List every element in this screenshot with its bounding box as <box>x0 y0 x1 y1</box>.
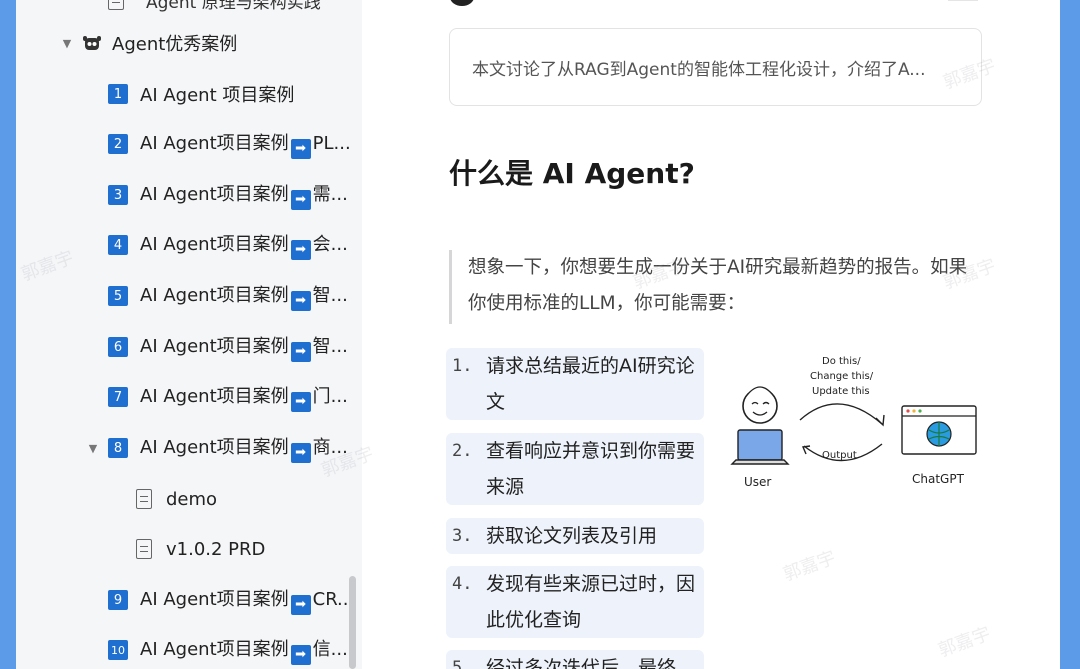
arrow-right-icon: ➡ <box>290 290 311 311</box>
list-number: 3. <box>452 526 473 546</box>
sidebar-item-label: v1.0.2 PRD <box>166 538 266 560</box>
arrow-right-icon: ➡ <box>290 189 311 210</box>
robot-icon <box>82 33 102 53</box>
window-frame-right <box>1060 0 1080 669</box>
diagram-label: Update this <box>812 386 870 397</box>
list-number: 2. <box>452 441 473 461</box>
sidebar-group-label: Agent优秀案例 <box>112 34 238 55</box>
number-badge: 10 <box>108 640 128 660</box>
sidebar-subdoc-demo[interactable]: demo <box>16 474 362 524</box>
number-badge: 5 <box>108 286 128 306</box>
sidebar-item-7[interactable]: 7 AI Agent项目案例 ➡ 门... <box>16 372 362 422</box>
sidebar-item-label: demo <box>166 488 218 510</box>
document-icon <box>136 489 152 509</box>
list-text: 请求总结最近的AI研究论文 <box>486 355 695 413</box>
user-label: User <box>744 475 771 489</box>
sidebar-item-label: AI Agent项目案例 <box>140 386 289 408</box>
list-item: 1. 请求总结最近的AI研究论文 <box>446 348 704 420</box>
arrow-right-icon: ➡ <box>290 442 311 463</box>
sidebar-item-suffix: 信... <box>312 639 348 661</box>
sidebar-item-label: AI Agent项目案例 <box>140 133 289 155</box>
number-badge: 8 <box>108 438 128 458</box>
sidebar-item-suffix: PL... <box>312 133 351 155</box>
list-item: 4. 发现有些来源已过时，因此优化查询 <box>446 566 704 638</box>
caret-down-icon[interactable]: ▼ <box>86 442 100 455</box>
sidebar-group-agent-cases[interactable]: ▼ Agent优秀案例 <box>16 18 362 68</box>
sidebar-item-4[interactable]: 4 AI Agent项目案例 ➡ 会... <box>16 220 362 270</box>
list-item: 2. 查看响应并意识到你需要来源 <box>446 433 704 505</box>
caret-down-icon[interactable]: ▼ <box>60 37 74 50</box>
sidebar-subdoc-prd[interactable]: v1.0.2 PRD <box>16 524 362 574</box>
diagram-label: Do this/ <box>822 356 861 367</box>
sidebar-item-suffix: 门... <box>312 386 348 408</box>
sidebar-item-label: AI Agent项目案例 <box>140 285 289 307</box>
sidebar-item-suffix: CR... <box>312 589 355 611</box>
article-content: 本文讨论了从RAG到Agent的智能体工程化设计，介绍了A... 什么是 AI … <box>362 0 1060 669</box>
list-text: 发现有些来源已过时，因此优化查询 <box>486 573 696 631</box>
number-badge: 1 <box>108 84 128 104</box>
sidebar-item-6[interactable]: 6 AI Agent项目案例 ➡ 智... <box>16 322 362 372</box>
user-chatgpt-diagram: User Do this/ Change this/ Update this O… <box>730 356 977 489</box>
diagram-label: Output <box>822 450 857 461</box>
number-badge: 6 <box>108 337 128 357</box>
sidebar-item-label: AI Agent项目案例 <box>140 184 289 206</box>
number-badge: 9 <box>108 590 128 610</box>
sidebar-item-1[interactable]: 1 AI Agent 项目案例 <box>16 69 362 119</box>
sidebar-item-suffix: 会... <box>312 234 348 256</box>
window-frame-left <box>0 0 16 669</box>
list-number: 4. <box>452 574 473 594</box>
sidebar-item-9[interactable]: 9 AI Agent项目案例 ➡ CR... <box>16 575 362 625</box>
ai-summary-box[interactable]: 本文讨论了从RAG到Agent的智能体工程化设计，介绍了A... <box>449 28 982 106</box>
blockquote: 想象一下，你想要生成一份关于AI研究最新趋势的报告。如果你使用标准的LLM，你可… <box>449 250 969 324</box>
sidebar-item-8[interactable]: ▼ 8 AI Agent项目案例 ➡ 商... <box>16 423 362 473</box>
sidebar-item-label: Agent 原理与架构实践 <box>146 0 321 13</box>
sidebar-item-suffix: 商... <box>312 437 348 459</box>
divider <box>948 0 978 1</box>
sidebar-item-3[interactable]: 3 AI Agent项目案例 ➡ 需... <box>16 170 362 220</box>
sidebar-item-suffix: 智... <box>312 336 348 358</box>
sidebar-item-label: AI Agent项目案例 <box>140 234 289 256</box>
sidebar-scrollbar[interactable] <box>349 576 356 669</box>
number-badge: 2 <box>108 134 128 154</box>
summary-text: 本文讨论了从RAG到Agent的智能体工程化设计，介绍了A... <box>472 59 926 80</box>
arrow-right-icon: ➡ <box>290 391 311 412</box>
chatgpt-label: ChatGPT <box>912 472 965 486</box>
sidebar-item-label: AI Agent 项目案例 <box>140 85 295 106</box>
author-avatar[interactable] <box>450 0 474 6</box>
list-text: 经过多次迭代后，最终 <box>486 657 677 669</box>
sidebar-item-suffix: 智... <box>312 285 348 307</box>
sidebar-item-label: AI Agent项目案例 <box>140 639 289 661</box>
watermark: 郭嘉宇 <box>780 547 839 586</box>
arrow-right-icon: ➡ <box>290 138 311 159</box>
document-icon <box>136 539 152 559</box>
list-text: 查看响应并意识到你需要来源 <box>486 440 696 498</box>
diagram-label: Change this/ <box>810 371 874 382</box>
arrow-right-icon: ➡ <box>290 644 311 665</box>
sidebar-item-label: AI Agent项目案例 <box>140 589 289 611</box>
sidebar-item-suffix: 需... <box>312 184 348 206</box>
watermark: 郭嘉宇 <box>935 623 994 662</box>
number-badge: 4 <box>108 235 128 255</box>
sidebar-item-partial[interactable]: Agent 原理与架构实践 <box>108 0 348 14</box>
number-badge: 3 <box>108 185 128 205</box>
sidebar-tree: Agent 原理与架构实践 ▼ Agent优秀案例 1 AI Agent 项目案… <box>16 0 362 669</box>
arrow-right-icon: ➡ <box>290 239 311 260</box>
arrow-right-icon: ➡ <box>290 341 311 362</box>
section-heading: 什么是 AI Agent? <box>449 157 695 190</box>
list-text: 获取论文列表及引用 <box>486 525 658 547</box>
sidebar-item-label: AI Agent项目案例 <box>140 336 289 358</box>
arrow-right-icon: ➡ <box>290 594 311 615</box>
sidebar-item-2[interactable]: 2 AI Agent项目案例 ➡ PL... <box>16 119 362 169</box>
sidebar-item-label: AI Agent项目案例 <box>140 437 289 459</box>
laptop-icon <box>737 429 783 461</box>
document-icon <box>108 0 124 10</box>
sidebar-item-5[interactable]: 5 AI Agent项目案例 ➡ 智... <box>16 271 362 321</box>
list-item: 3. 获取论文列表及引用 <box>446 518 704 554</box>
list-item: 5. 经过多次迭代后，最终 <box>446 650 704 669</box>
list-number: 1. <box>452 356 473 376</box>
sidebar-item-10[interactable]: 10 AI Agent项目案例 ➡ 信... <box>16 625 362 669</box>
list-number: 5. <box>452 658 473 669</box>
number-badge: 7 <box>108 387 128 407</box>
